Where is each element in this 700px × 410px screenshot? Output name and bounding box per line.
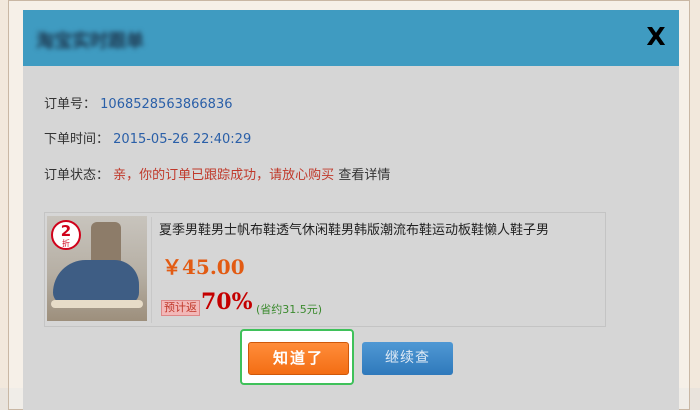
order-number-label: 订单号： bbox=[44, 97, 97, 112]
order-status-row: 订单状态： 亲，你的订单已跟踪成功，请放心购买 查看详情 bbox=[44, 164, 390, 183]
badge-number: 2 bbox=[60, 222, 72, 240]
view-details-link[interactable]: 查看详情 bbox=[338, 168, 390, 183]
product-card[interactable]: 2 折 夏季男鞋男士帆布鞋透气休闲鞋男韩版潮流布鞋运动板鞋懒人鞋子男 ￥45.0… bbox=[44, 212, 606, 327]
shoe-graphic bbox=[53, 260, 139, 304]
order-time-value: 2015-05-26 22:40:29 bbox=[113, 132, 252, 147]
dialog-title: 淘宝实时跟单 bbox=[36, 31, 144, 52]
product-image[interactable]: 2 折 bbox=[47, 216, 147, 321]
rebate-label: 预计返 bbox=[161, 300, 200, 316]
order-time-label: 下单时间： bbox=[44, 132, 110, 147]
order-tracking-dialog: 淘宝实时跟单 X 订单号： 1068528563866836 下单时间： 201… bbox=[23, 10, 679, 410]
close-button[interactable]: X bbox=[643, 22, 669, 52]
card-divider bbox=[151, 217, 152, 323]
rebate-rate: 70% bbox=[201, 289, 253, 315]
product-price: ￥45.00 bbox=[162, 255, 245, 279]
dialog-header: 淘宝实时跟单 X bbox=[23, 10, 679, 66]
product-title[interactable]: 夏季男鞋男士帆布鞋透气休闲鞋男韩版潮流布鞋运动板鞋懒人鞋子男 bbox=[159, 219, 549, 238]
discount-badge: 2 折 bbox=[51, 220, 81, 250]
order-time-row: 下单时间： 2015-05-26 22:40:29 bbox=[44, 128, 251, 147]
order-number-row: 订单号： 1068528563866836 bbox=[44, 93, 233, 112]
continue-button[interactable]: 继续查 bbox=[362, 342, 453, 375]
rebate-savings: (省约31.5元) bbox=[256, 303, 323, 316]
order-number-value: 1068528563866836 bbox=[100, 97, 233, 112]
ok-button[interactable]: 知道了 bbox=[248, 342, 349, 375]
order-status-value: 亲，你的订单已跟踪成功，请放心购买 bbox=[113, 168, 335, 183]
shoe-sole bbox=[51, 300, 143, 308]
order-status-label: 订单状态： bbox=[44, 168, 110, 183]
badge-unit: 折 bbox=[62, 239, 70, 248]
